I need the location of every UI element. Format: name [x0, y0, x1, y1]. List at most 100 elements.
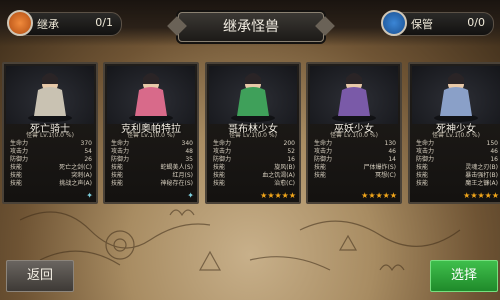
skill-row: 技能 蛇蝎美人(S) — [111, 164, 193, 172]
skill-row: 技能 治愈(C) — [213, 180, 295, 188]
rarity-gem-icon: ✦ — [86, 191, 93, 200]
monster-card[interactable]: 死神少女 怪兽 Lv.1(0.0 %) 生命力 150 攻击力 46 防御力 16 技能 灵魂之刃… — [408, 62, 500, 204]
stat-label: 攻击力 — [314, 148, 333, 155]
monster-card-list: 死亡骑士 怪兽 Lv.1(0.0 %) 生命力 370 攻击力 54 防御力 26 技能 死亡之剑… — [0, 62, 500, 204]
monster-level: 怪兽 Lv.1(0.0 %) — [432, 132, 480, 139]
stat-label: 生命力 — [416, 140, 435, 147]
stat-label: 生命力 — [111, 140, 130, 147]
skill-row: 技能 魔王之镰(A) — [416, 180, 498, 188]
skill-row: 技能 神秘存在(S) — [111, 180, 193, 188]
monster-level: 怪兽 Lv.1(0.0 %) — [330, 132, 378, 139]
stat-row-def: 防御力 26 — [10, 156, 92, 164]
stat-row-def: 防御力 16 — [213, 156, 295, 164]
monster-stats: 生命力 130 攻击力 46 防御力 14 技能 尸体爆炸(S) 技能 冥想(C) — [314, 140, 396, 180]
skill-name: 旋风(B) — [274, 164, 295, 171]
inherit-book-icon — [7, 10, 33, 36]
monster-card[interactable]: 哥布林少女 怪兽 Lv.1(0.0 %) 生命力 200 攻击力 52 防御力 16 技能 旋风(… — [205, 62, 301, 204]
stat-label: 技能 — [416, 164, 429, 171]
stat-row-atk: 攻击力 46 — [314, 148, 396, 156]
monster-level: 怪兽 Lv.1(0.0 %) — [127, 132, 175, 139]
monster-stats: 生命力 370 攻击力 54 防御力 26 技能 死亡之剑(C) 技能 突刺(A) 技能 挑战之声(A… — [10, 140, 92, 188]
stat-label: 防御力 — [213, 156, 232, 163]
stat-value: 150 — [486, 140, 498, 147]
monster-stats: 生命力 340 攻击力 48 防御力 35 技能 蛇蝎美人(S) 技能 红月(S) 技能 神秘存在(S… — [111, 140, 193, 188]
skill-row: 技能 挑战之声(A) — [10, 180, 92, 188]
skill-row: 技能 红月(S) — [111, 172, 193, 180]
stat-label: 攻击力 — [111, 148, 130, 155]
stat-row-atk: 攻击力 52 — [213, 148, 295, 156]
inherit-counter[interactable]: 继承 0/1 — [7, 10, 122, 36]
stat-label: 技能 — [213, 172, 226, 179]
skill-row: 技能 冥想(C) — [314, 172, 396, 180]
skill-name: 暴击强打(B) — [465, 172, 498, 179]
stat-label: 技能 — [10, 164, 23, 171]
stat-row-hp: 生命力 370 — [10, 140, 92, 148]
skill-name: 灵魂之刃(B) — [465, 164, 498, 171]
rarity-stars: ★★★★★ — [463, 191, 499, 200]
monster-card[interactable]: 克利奥帕特拉 怪兽 Lv.1(0.0 %) 生命力 340 攻击力 48 防御力 35 技能 蛇蝎… — [103, 62, 199, 204]
stat-row-hp: 生命力 150 — [416, 140, 498, 148]
stat-value: 16 — [287, 156, 295, 163]
stat-label: 技能 — [314, 164, 327, 171]
skill-name: 突刺(A) — [71, 172, 92, 179]
storage-box-icon — [381, 10, 407, 36]
stat-label: 技能 — [10, 180, 23, 187]
skill-row: 技能 突刺(A) — [10, 172, 92, 180]
rarity-gem-icon: ✦ — [187, 191, 194, 200]
monster-portrait — [310, 66, 398, 124]
skill-name: 死亡之剑(C) — [59, 164, 92, 171]
stat-label: 技能 — [213, 164, 226, 171]
skill-row: 技能 旋风(B) — [213, 164, 295, 172]
stat-value: 370 — [80, 140, 92, 147]
stat-label: 技能 — [416, 180, 429, 187]
monster-card[interactable]: 死亡骑士 怪兽 Lv.1(0.0 %) 生命力 370 攻击力 54 防御力 26 技能 死亡之剑… — [2, 62, 98, 204]
page-title: 继承怪兽 — [178, 12, 324, 42]
storage-count: 0/0 — [467, 16, 485, 29]
stat-row-atk: 攻击力 48 — [111, 148, 193, 156]
monster-level: 怪兽 Lv.1(0.0 %) — [26, 132, 74, 139]
stat-label: 技能 — [213, 180, 226, 187]
rarity-stars: ★★★★★ — [260, 191, 296, 200]
stat-value: 14 — [388, 156, 396, 163]
stat-value: 54 — [84, 148, 92, 155]
skill-name: 尸体爆炸(S) — [363, 164, 397, 171]
stat-value: 48 — [185, 148, 193, 155]
stat-row-hp: 生命力 200 — [213, 140, 295, 148]
monster-portrait — [107, 66, 195, 124]
skill-name: 治愈(C) — [274, 180, 295, 187]
stat-value: 200 — [283, 140, 295, 147]
monster-portrait — [412, 66, 500, 124]
stat-label: 攻击力 — [213, 148, 232, 155]
skill-name: 血之饥渴(A) — [262, 172, 295, 179]
skill-name: 蛇蝎美人(S) — [160, 164, 194, 171]
skill-name: 挑战之声(A) — [59, 180, 92, 187]
monster-portrait — [209, 66, 297, 124]
select-button[interactable]: 选择 — [430, 260, 498, 292]
stat-value: 46 — [388, 148, 396, 155]
stat-label: 技能 — [10, 172, 23, 179]
storage-counter[interactable]: 保管 0/0 — [381, 10, 494, 36]
stat-row-atk: 攻击力 54 — [10, 148, 92, 156]
stat-label: 技能 — [314, 172, 327, 179]
stat-label: 技能 — [111, 180, 124, 187]
monster-card[interactable]: 巫妖少女 怪兽 Lv.1(0.0 %) 生命力 130 攻击力 46 防御力 14 技能 尸体爆炸… — [306, 62, 402, 204]
skill-row: 技能 尸体爆炸(S) — [314, 164, 396, 172]
stat-label: 生命力 — [314, 140, 333, 147]
back-button[interactable]: 返回 — [6, 260, 74, 292]
stat-label: 生命力 — [213, 140, 232, 147]
stat-row-hp: 生命力 340 — [111, 140, 193, 148]
skill-name: 魔王之镰(A) — [465, 180, 498, 187]
stat-row-def: 防御力 14 — [314, 156, 396, 164]
inherit-label: 继承 — [37, 18, 59, 31]
stat-label: 防御力 — [416, 156, 435, 163]
stat-value: 35 — [185, 156, 193, 163]
stat-label: 防御力 — [10, 156, 29, 163]
monster-stats: 生命力 150 攻击力 46 防御力 16 技能 灵魂之刃(B) 技能 暴击强打(B) 技能 魔王之镰… — [416, 140, 498, 188]
monster-level: 怪兽 Lv.1(0.0 %) — [229, 132, 277, 139]
skill-row: 技能 灵魂之刃(B) — [416, 164, 498, 172]
monster-stats: 生命力 200 攻击力 52 防御力 16 技能 旋风(B) 技能 血之饥渴(A) 技能 治愈(C) — [213, 140, 295, 188]
skill-name: 冥想(C) — [375, 172, 396, 179]
inherit-count: 0/1 — [95, 16, 113, 29]
stat-value: 46 — [490, 148, 498, 155]
stat-label: 防御力 — [314, 156, 333, 163]
